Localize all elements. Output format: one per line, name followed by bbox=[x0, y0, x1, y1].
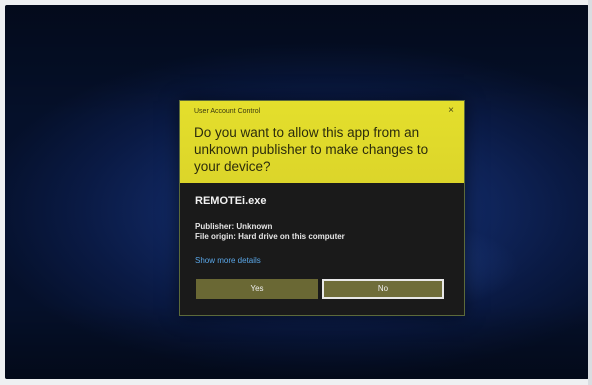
show-more-details-link[interactable]: Show more details bbox=[195, 256, 261, 265]
close-icon[interactable]: × bbox=[448, 105, 454, 116]
uac-body: REMOTEi.exe Publisher: Unknown File orig… bbox=[180, 183, 464, 315]
uac-question: Do you want to allow this app from an un… bbox=[194, 125, 429, 174]
desktop-background: User Account Control × Do you want to al… bbox=[5, 5, 589, 379]
uac-header: User Account Control × Do you want to al… bbox=[180, 101, 464, 183]
dialog-title: User Account Control bbox=[194, 108, 261, 115]
uac-dialog: User Account Control × Do you want to al… bbox=[180, 101, 464, 315]
monitor-bezel bbox=[588, 0, 592, 385]
photo-frame: User Account Control × Do you want to al… bbox=[0, 0, 592, 385]
file-origin-info: File origin: Hard drive on this computer bbox=[195, 232, 345, 241]
no-button[interactable]: No bbox=[322, 279, 444, 299]
yes-button[interactable]: Yes bbox=[196, 279, 318, 299]
app-name: REMOTEi.exe bbox=[195, 195, 267, 207]
publisher-info: Publisher: Unknown bbox=[195, 222, 273, 231]
